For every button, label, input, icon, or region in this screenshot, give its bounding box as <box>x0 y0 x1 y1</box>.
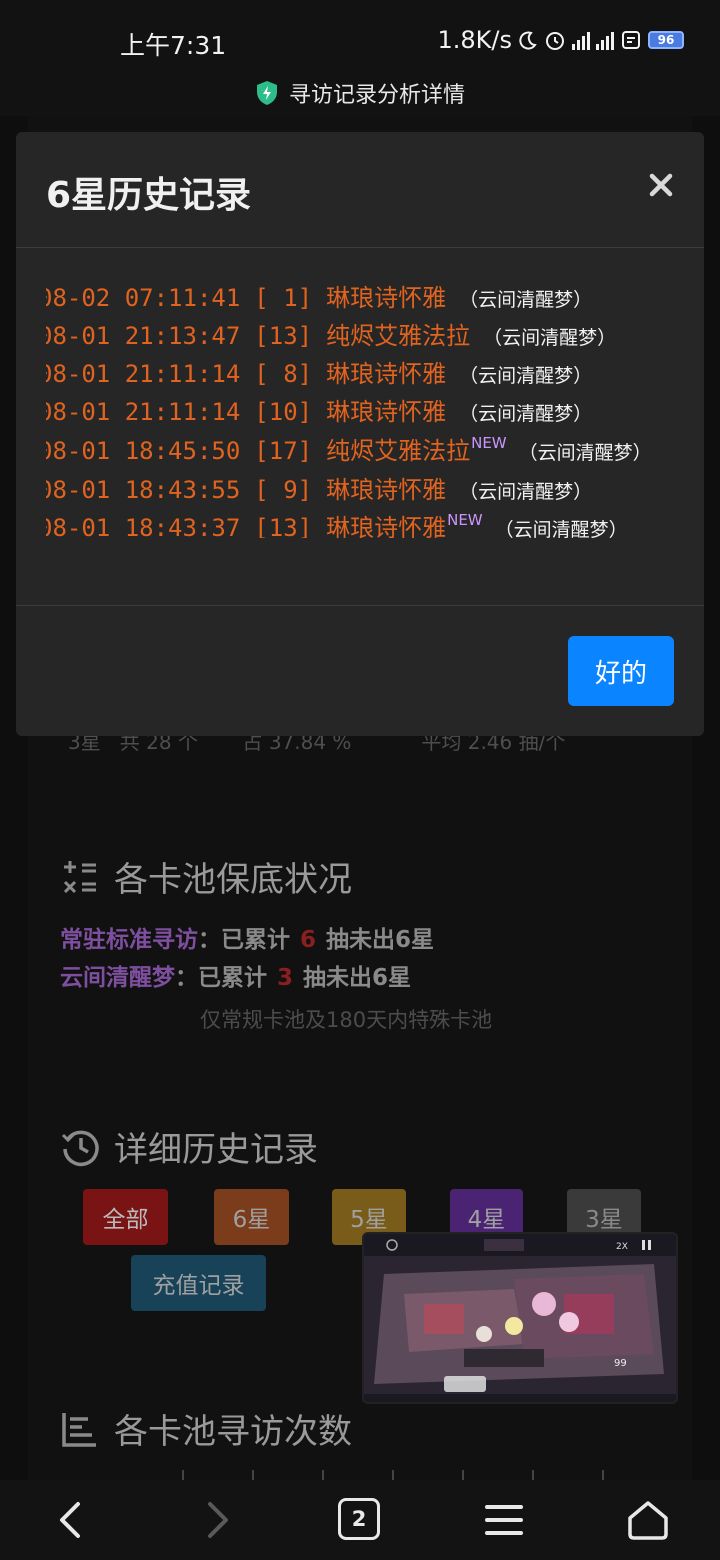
wifi-call-icon <box>622 31 640 49</box>
record-time: 08-01 18:45:50 <box>46 437 241 465</box>
history-title-text: 详细历史记录 <box>114 1130 318 1170</box>
pity-row-standard: 常驻标准寻访：已累计 6 抽未出6星 <box>60 920 434 954</box>
page-title: 寻访记录分析详情 <box>288 83 465 108</box>
signal-icon-1 <box>572 30 590 50</box>
close-icon[interactable] <box>644 168 678 202</box>
record-pool: （云间清醒梦） <box>459 365 593 387</box>
alarm-icon <box>546 32 564 50</box>
record-pulls: [ 1] <box>254 284 313 312</box>
pool-name: 云间清醒梦 <box>60 965 175 991</box>
record-pulls: [13] <box>254 514 313 538</box>
record-operator: 琳琅诗怀雅 <box>326 476 447 504</box>
browser-bottom-nav: 2 <box>0 1480 720 1560</box>
history-record: 08-01 21:11:14 [ 8] 琳琅诗怀雅 （云间清醒梦） <box>46 354 592 390</box>
record-operator: 琳琅诗怀雅 <box>326 514 447 538</box>
pity-text-suffix: 抽未出6星 <box>326 927 435 953</box>
six-star-history-modal: 6星历史记录 08-02 07:11:41 [ 1] 琳琅诗怀雅 （云间清醒梦） 08… <box>16 132 704 736</box>
record-pulls: [13] <box>254 322 313 350</box>
record-pulls: [17] <box>254 437 313 465</box>
record-time: 08-01 18:43:55 <box>46 476 241 504</box>
record-time: 08-01 18:43:37 <box>46 514 241 538</box>
record-operator: 纯烬艾雅法拉 <box>326 322 471 350</box>
history-record: 08-01 21:13:47 [13] 纯烬艾雅法拉 （云间清醒梦） <box>46 316 616 352</box>
record-operator: 琳琅诗怀雅 <box>326 360 447 388</box>
filter-6star-button[interactable]: 6星 <box>214 1189 289 1245</box>
pity-count: 3 <box>277 965 294 991</box>
record-pool: （云间清醒梦） <box>459 289 593 311</box>
page-titlebar: 寻访记录分析详情 <box>0 70 720 116</box>
record-operator: 琳琅诗怀雅 <box>326 284 447 312</box>
pity-text-suffix: 抽未出6星 <box>303 965 412 991</box>
record-time: 08-01 21:13:47 <box>46 322 241 350</box>
record-new-badge: NEW <box>447 511 483 529</box>
history-icon <box>61 1130 99 1166</box>
pity-count: 6 <box>300 927 317 953</box>
pity-text: ：已累计 <box>175 965 267 991</box>
history-record: 08-01 18:43:55 [ 9] 琳琅诗怀雅 （云间清醒梦） <box>46 470 592 506</box>
history-record: 08-01 18:45:50 [17] 纯烬艾雅法拉 NEW （云间清醒梦） <box>46 431 652 467</box>
history-record: 08-01 18:43:37 [13] 琳琅诗怀雅 NEW （云间清醒梦） <box>46 508 628 538</box>
record-pulls: [ 9] <box>254 476 313 504</box>
signal-icon-2 <box>596 30 614 50</box>
record-new-badge: NEW <box>471 434 507 452</box>
history-record-list: 08-02 07:11:41 [ 1] 琳琅诗怀雅 （云间清醒梦） 08-01 21:… <box>46 278 696 538</box>
status-time: 上午7:31 <box>120 31 227 60</box>
pity-text: ：已累计 <box>198 927 290 953</box>
pity-title-text: 各卡池保底状况 <box>114 860 352 900</box>
record-pool: （云间清醒梦） <box>494 519 628 538</box>
record-pool: （云间清醒梦） <box>483 327 617 349</box>
record-operator: 琳琅诗怀雅 <box>326 398 447 426</box>
pity-section-title: 各卡池保底状况 <box>60 852 352 901</box>
record-time: 08-01 21:11:14 <box>46 398 241 426</box>
modal-header-divider <box>16 247 704 248</box>
shield-icon <box>256 81 277 105</box>
modal-title: 6星历史记录 <box>46 175 252 216</box>
status-bar: 上午7:31 1.8K/s 96 <box>0 0 720 76</box>
floating-video-window[interactable]: 2X 99 <box>362 1232 678 1404</box>
record-pool: （云间清醒梦） <box>459 403 593 425</box>
record-pulls: [10] <box>254 398 313 426</box>
status-icons: 1.8K/s 96 <box>437 26 684 54</box>
game-video-thumbnail: 2X 99 <box>364 1234 676 1402</box>
tabs-button[interactable]: 2 <box>338 1498 380 1540</box>
modal-footer-divider <box>16 605 704 606</box>
svg-text:2X: 2X <box>616 1242 628 1252</box>
history-record: 08-02 07:11:41 [ 1] 琳琅诗怀雅 （云间清醒梦） <box>46 278 592 314</box>
counts-section-title: 各卡池寻访次数 <box>60 1404 352 1453</box>
record-pool: （云间清醒梦） <box>459 481 593 503</box>
back-icon[interactable] <box>50 1498 94 1542</box>
battery-icon: 96 <box>648 31 684 49</box>
chart-axis-ticks <box>180 1470 610 1480</box>
ok-button[interactable]: 好的 <box>568 636 674 706</box>
bar-list-icon <box>62 1412 96 1447</box>
filter-all-button[interactable]: 全部 <box>83 1189 168 1245</box>
record-pool: （云间清醒梦） <box>518 442 652 464</box>
pity-row-limited: 云间清醒梦：已累计 3 抽未出6星 <box>60 958 411 992</box>
pool-name: 常驻标准寻访 <box>60 927 198 953</box>
record-pulls: [ 8] <box>254 360 313 388</box>
pity-note: 仅常规卡池及180天内特殊卡池 <box>200 1008 493 1032</box>
record-time: 08-01 21:11:14 <box>46 360 241 388</box>
home-icon[interactable] <box>626 1498 670 1542</box>
record-time: 08-02 07:11:41 <box>46 284 241 312</box>
record-operator: 纯烬艾雅法拉 <box>326 437 471 465</box>
history-record: 08-01 21:11:14 [10] 琳琅诗怀雅 （云间清醒梦） <box>46 392 592 428</box>
counts-title-text: 各卡池寻访次数 <box>114 1412 352 1452</box>
menu-icon[interactable] <box>482 1498 526 1542</box>
history-section-title: 详细历史记录 <box>60 1122 318 1171</box>
forward-icon[interactable] <box>194 1498 238 1542</box>
calculator-icon <box>63 860 96 893</box>
svg-text:99: 99 <box>614 1358 627 1369</box>
recharge-record-button[interactable]: 充值记录 <box>131 1255 266 1311</box>
network-speed: 1.8K/s <box>437 26 513 54</box>
moon-icon <box>519 31 537 50</box>
